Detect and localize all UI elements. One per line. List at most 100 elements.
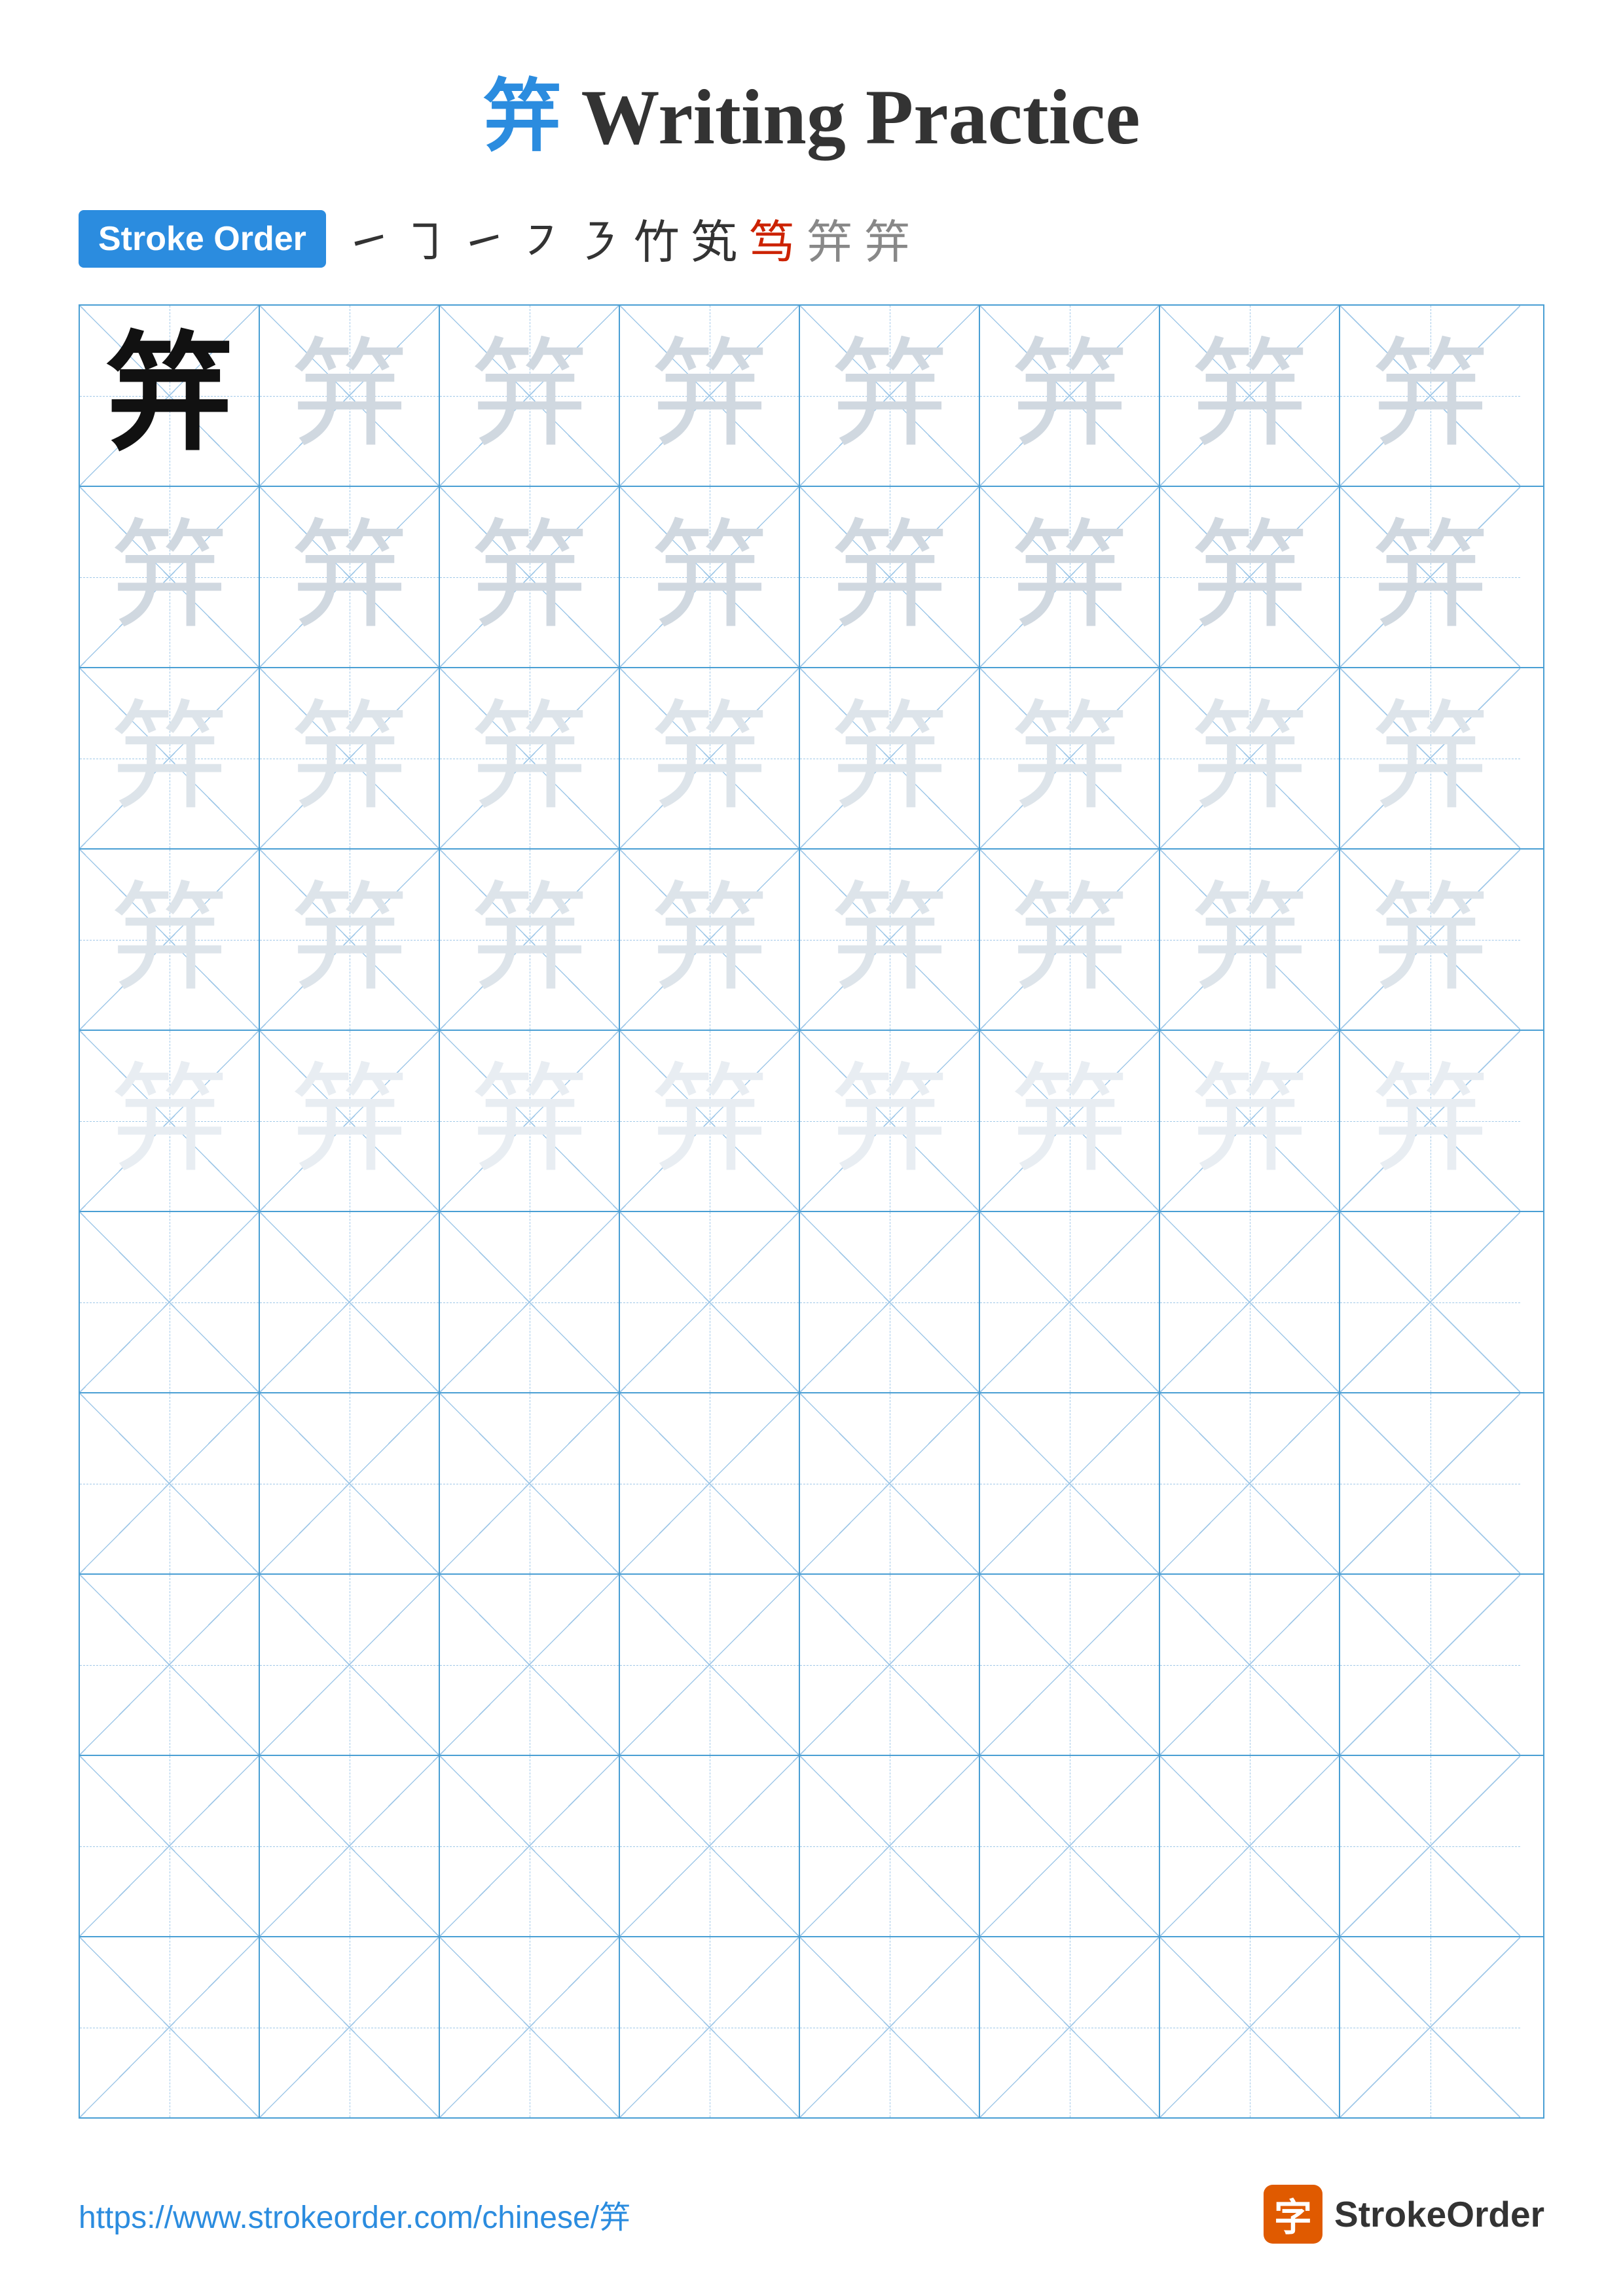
grid-cell[interactable] [440,1212,620,1392]
grid-cell[interactable] [1340,1937,1520,2117]
grid-cell[interactable] [440,1575,620,1755]
grid-cell[interactable] [620,1937,800,2117]
grid-cell[interactable]: 笄 [800,850,980,1030]
practice-char: 笄 [1190,700,1308,817]
grid-cell[interactable] [800,1756,980,1936]
grid-cell[interactable]: 笄 [1160,1031,1340,1211]
grid-cell[interactable] [980,1756,1160,1936]
grid-cell[interactable] [1160,1393,1340,1573]
page-title: 笄 Writing Practice [0,0,1623,206]
grid-cell[interactable]: 笄 [440,487,620,667]
grid-cell[interactable]: 笄 [1160,668,1340,848]
grid-cell[interactable] [1340,1212,1520,1392]
grid-cell[interactable] [1160,1212,1340,1392]
grid-cell[interactable]: 笄 [800,487,980,667]
practice-char: 笄 [470,1062,588,1180]
grid-cell[interactable]: 笄 [440,668,620,848]
grid-cell[interactable] [260,1575,440,1755]
grid-cell[interactable] [80,1937,260,2117]
grid-cell[interactable]: 笄 [620,668,800,848]
grid-cell[interactable] [980,1393,1160,1573]
grid-cell[interactable]: 笄 [980,850,1160,1030]
grid-cell[interactable] [1160,1937,1340,2117]
grid-cell[interactable] [260,1756,440,1936]
grid-cell[interactable] [620,1212,800,1392]
grid-cell[interactable]: 笄 [1340,1031,1520,1211]
practice-char: 笄 [1371,700,1489,817]
grid-cell[interactable]: 笄 [980,1031,1160,1211]
title-char: 笄 [483,73,561,160]
grid-cell[interactable] [980,1575,1160,1755]
practice-char: 笄 [290,337,408,455]
grid-cell[interactable] [1340,1575,1520,1755]
grid-cell[interactable] [620,1756,800,1936]
grid-cell[interactable]: 笄 [1340,306,1520,486]
strokeorder-logo-icon: 字 [1264,2185,1322,2244]
grid-cell[interactable]: 笄 [80,668,260,848]
grid-cell[interactable] [80,1212,260,1392]
grid-cell[interactable] [1160,1756,1340,1936]
grid-cell[interactable] [1340,1393,1520,1573]
grid-cell[interactable] [80,1393,260,1573]
grid-cell[interactable]: 笄 [800,1031,980,1211]
footer-logo-text: StrokeOrder [1334,2193,1544,2235]
grid-cell[interactable]: 笄 [260,850,440,1030]
grid-row: 笄 笄 笄 笄 笄 笄 笄 笄 [80,850,1543,1031]
grid-cell[interactable]: 笄 [980,487,1160,667]
grid-cell[interactable] [1160,1575,1340,1755]
grid-cell[interactable]: 笄 [1340,850,1520,1030]
practice-char: 笄 [830,700,948,817]
grid-cell[interactable]: 笄 [620,306,800,486]
practice-char: 笄 [1371,1062,1489,1180]
grid-cell[interactable] [1340,1756,1520,1936]
grid-cell[interactable] [440,1393,620,1573]
grid-cell[interactable]: 笄 [260,487,440,667]
grid-cell[interactable]: 笄 [260,306,440,486]
grid-cell[interactable]: 笄 [80,487,260,667]
footer-url[interactable]: https://www.strokeorder.com/chinese/笄 [79,2191,630,2237]
grid-cell[interactable]: 笄 [80,306,260,486]
grid-cell[interactable]: 笄 [1340,487,1520,667]
footer: https://www.strokeorder.com/chinese/笄 字 … [79,2185,1544,2244]
grid-cell[interactable] [80,1756,260,1936]
footer-logo: 字 StrokeOrder [1264,2185,1544,2244]
grid-cell[interactable] [440,1756,620,1936]
stroke-order-chars: ㇀ ㇆ ㇀ ㇇ ㇋ 竹 笂 笃 笄 笄 [346,206,910,272]
grid-cell[interactable]: 笄 [1160,487,1340,667]
practice-char: 笄 [1010,337,1128,455]
grid-cell[interactable]: 笄 [440,306,620,486]
grid-cell[interactable] [260,1212,440,1392]
grid-cell[interactable]: 笄 [1160,850,1340,1030]
practice-char: 笄 [110,881,228,999]
grid-cell[interactable]: 笄 [80,1031,260,1211]
grid-cell[interactable]: 笄 [620,1031,800,1211]
grid-cell[interactable] [800,1212,980,1392]
grid-cell[interactable]: 笄 [440,850,620,1030]
grid-cell[interactable]: 笄 [80,850,260,1030]
grid-cell[interactable] [800,1393,980,1573]
grid-cell[interactable]: 笄 [800,306,980,486]
grid-cell[interactable] [440,1937,620,2117]
grid-row: 笄 笄 笄 笄 笄 笄 笄 笄 [80,306,1543,487]
grid-cell[interactable]: 笄 [440,1031,620,1211]
grid-cell[interactable] [980,1212,1160,1392]
grid-cell[interactable]: 笄 [260,668,440,848]
grid-cell[interactable]: 笄 [1160,306,1340,486]
grid-cell[interactable]: 笄 [620,850,800,1030]
grid-cell[interactable]: 笄 [1340,668,1520,848]
grid-cell[interactable] [800,1575,980,1755]
grid-cell[interactable] [620,1575,800,1755]
practice-char: 笄 [290,700,408,817]
grid-cell[interactable] [80,1575,260,1755]
grid-row: 笄 笄 笄 笄 笄 笄 笄 笄 [80,668,1543,850]
grid-cell[interactable] [260,1937,440,2117]
grid-cell[interactable]: 笄 [260,1031,440,1211]
grid-cell[interactable] [260,1393,440,1573]
grid-cell[interactable] [620,1393,800,1573]
grid-cell[interactable] [980,1937,1160,2117]
grid-cell[interactable] [800,1937,980,2117]
grid-cell[interactable]: 笄 [800,668,980,848]
grid-cell[interactable]: 笄 [980,668,1160,848]
grid-cell[interactable]: 笄 [620,487,800,667]
grid-cell[interactable]: 笄 [980,306,1160,486]
